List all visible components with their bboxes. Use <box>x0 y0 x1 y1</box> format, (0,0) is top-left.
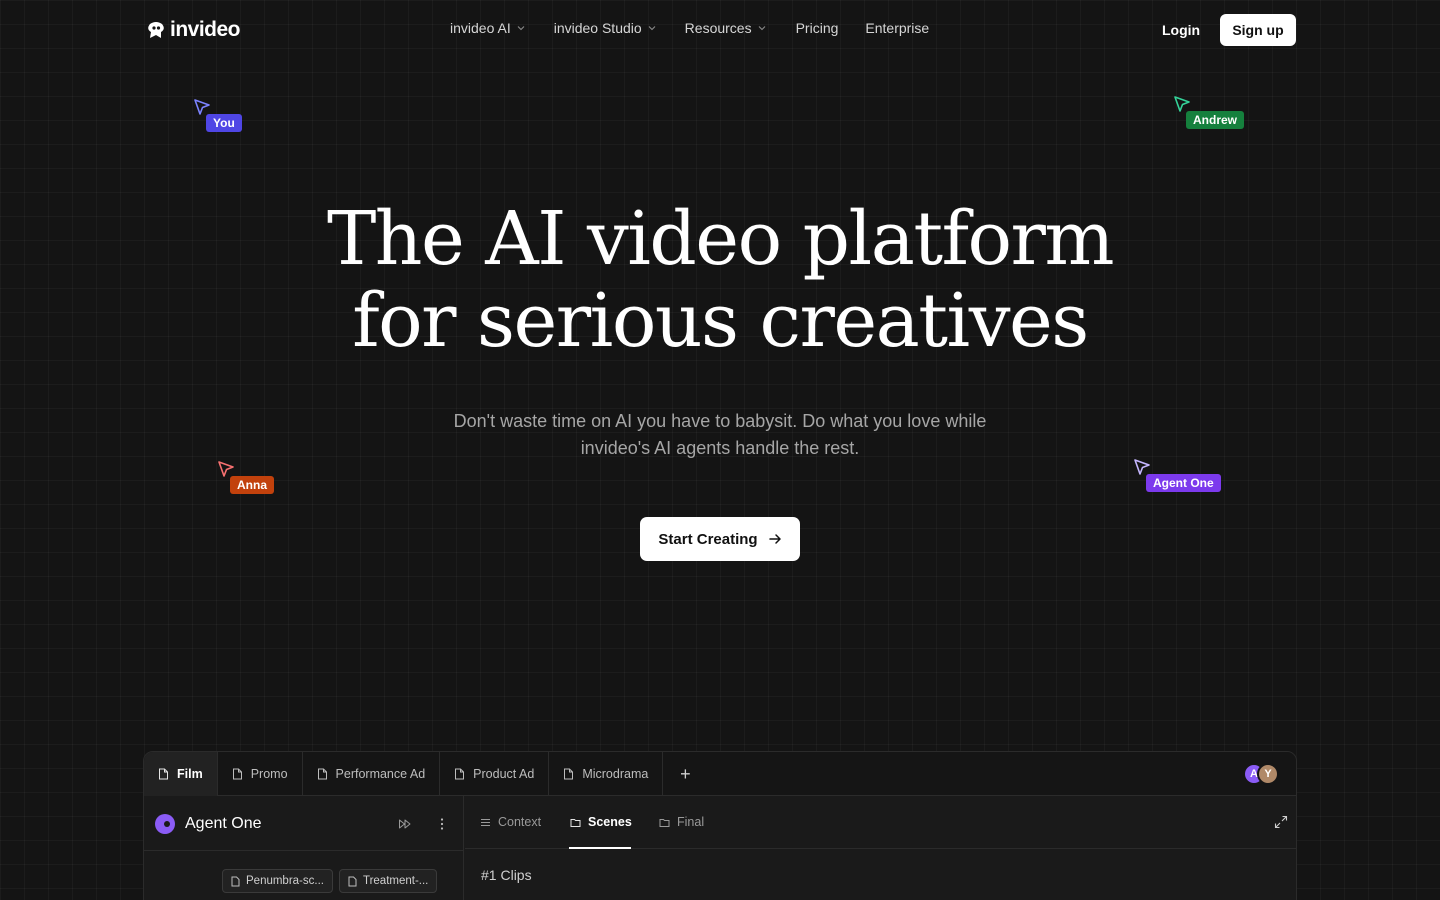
collaborator-avatars: A Y <box>1243 763 1279 785</box>
tab-performance-ad-label: Performance Ad <box>335 767 426 781</box>
agent-pane: Agent One Penumbra-sc... Treatment-... <box>144 796 464 900</box>
file-icon <box>232 768 242 780</box>
clips-section-number: #1 <box>481 867 497 883</box>
tab-film[interactable]: Film <box>144 752 218 796</box>
cursor-arrow-icon <box>1134 459 1150 475</box>
hero-title: The AI video platform for serious creati… <box>0 198 1440 362</box>
subtab-scenes-label: Scenes <box>588 815 632 829</box>
cursor-label-you: You <box>206 114 242 132</box>
subtab-scenes[interactable]: Scenes <box>570 815 632 829</box>
file-chip[interactable]: Treatment-... <box>338 869 438 893</box>
clips-section-title: Clips <box>500 867 532 883</box>
workspace-subtabs: Context Scenes Final <box>465 796 1296 849</box>
cursor-label-andrew: Andrew <box>1186 111 1245 129</box>
hero-title-line-2: for serious creatives <box>352 278 1089 364</box>
brand-name: invideo <box>170 18 241 41</box>
agent-header: Agent One <box>144 796 464 851</box>
signup-button[interactable]: Sign up <box>1220 14 1296 46</box>
file-icon <box>348 876 357 886</box>
folder-icon <box>659 818 670 827</box>
top-nav: invideo invideo AI invideo Studio Resour… <box>0 0 1440 60</box>
nav-enterprise[interactable]: Enterprise <box>865 20 929 36</box>
attached-files: Penumbra-sc... Treatment-... <box>222 869 438 893</box>
nav-invideo-studio-label: invideo Studio <box>553 20 642 36</box>
tab-film-label: Film <box>177 767 203 781</box>
agent-name: Agent One <box>185 815 262 832</box>
chevron-down-icon <box>517 26 525 31</box>
nav-invideo-studio[interactable]: invideo Studio <box>554 20 656 36</box>
active-subtab-indicator <box>569 847 631 849</box>
subtab-context-label: Context <box>498 815 542 829</box>
file-chip-label: Penumbra-sc... <box>246 875 324 887</box>
add-tab-button[interactable]: + <box>663 752 707 796</box>
tab-promo-label: Promo <box>250 767 288 781</box>
project-tabbar: Film Promo Performance Ad Product Ad Mic… <box>144 752 1296 796</box>
subtab-context[interactable]: Context <box>480 815 541 829</box>
cursor-label-agent-one: Agent One <box>1146 474 1221 492</box>
workspace-pane: Context Scenes Final #1 Clips <box>465 796 1296 900</box>
avatar[interactable]: Y <box>1257 763 1279 785</box>
start-creating-label: Start Creating <box>658 530 758 548</box>
agent-avatar <box>155 814 175 834</box>
subtab-final-label: Final <box>677 815 705 829</box>
file-icon <box>564 768 574 780</box>
arrow-right-icon <box>768 534 781 544</box>
cursor-arrow-icon <box>194 99 210 115</box>
file-icon <box>159 768 168 780</box>
tab-microdrama-label: Microdrama <box>582 767 649 781</box>
file-icon <box>455 768 465 780</box>
list-icon <box>481 818 490 826</box>
fast-forward-icon[interactable] <box>398 817 412 831</box>
file-icon <box>231 876 240 886</box>
invideo-logo-icon <box>148 22 164 38</box>
file-icon <box>317 768 327 780</box>
cursor-arrow-icon <box>218 461 234 477</box>
nav-enterprise-label: Enterprise <box>865 20 930 36</box>
tab-promo[interactable]: Promo <box>218 752 303 796</box>
cursor-label-anna: Anna <box>230 476 274 494</box>
folder-icon <box>570 818 581 827</box>
expand-icon[interactable] <box>1274 815 1288 829</box>
cursor-arrow-icon <box>1174 96 1190 112</box>
file-chip[interactable]: Penumbra-sc... <box>222 869 333 893</box>
nav-resources[interactable]: Resources <box>685 20 766 36</box>
hero-subtitle: Don't waste time on AI you have to babys… <box>453 411 987 458</box>
clips-section-heading: #1 Clips <box>481 867 532 883</box>
tab-performance-ad[interactable]: Performance Ad <box>303 752 441 796</box>
tab-product-ad-label: Product Ad <box>473 767 535 781</box>
app-preview-panel: Film Promo Performance Ad Product Ad Mic… <box>143 751 1297 900</box>
start-creating-button[interactable]: Start Creating <box>640 517 800 561</box>
nav-links: invideo AI invideo Studio Resources Pric… <box>450 20 929 36</box>
brand-logo[interactable]: invideo <box>146 18 241 42</box>
nav-resources-label: Resources <box>684 20 752 36</box>
nav-invideo-ai[interactable]: invideo AI <box>450 20 525 36</box>
nav-pricing[interactable]: Pricing <box>796 20 839 36</box>
more-vertical-icon[interactable] <box>435 816 449 832</box>
tab-microdrama[interactable]: Microdrama <box>549 752 664 796</box>
tab-product-ad[interactable]: Product Ad <box>440 752 550 796</box>
login-link[interactable]: Login <box>1162 22 1200 38</box>
hero-title-line-1: The AI video platform <box>326 196 1115 282</box>
file-chip-label: Treatment-... <box>362 875 429 887</box>
subtab-final[interactable]: Final <box>659 815 704 829</box>
nav-pricing-label: Pricing <box>795 20 839 36</box>
nav-invideo-ai-label: invideo AI <box>450 20 511 36</box>
chevron-down-icon <box>648 26 656 31</box>
chevron-down-icon <box>758 26 765 31</box>
